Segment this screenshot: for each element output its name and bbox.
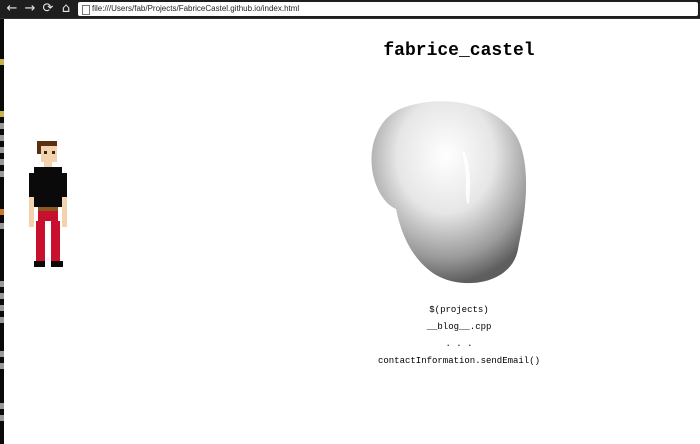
3d-blob-image (371, 101, 527, 284)
page-title: fabrice_castel (383, 41, 535, 61)
home-icon[interactable]: ⌂ (58, 1, 74, 17)
reload-icon[interactable]: ⟳ (40, 1, 56, 17)
web-page: fabrice_castel $(projects) __blog__.cpp … (4, 19, 700, 444)
file-icon (82, 5, 90, 15)
blog-link[interactable]: __blog__.cpp (354, 319, 564, 336)
forward-arrow-icon[interactable]: → (22, 1, 38, 17)
back-arrow-icon[interactable]: ← (4, 1, 20, 17)
url-text[interactable]: file:///Users/fab/Projects/FabriceCastel… (92, 2, 299, 16)
more-link[interactable]: . . . (354, 336, 564, 353)
projects-link[interactable]: $(projects) (354, 302, 564, 319)
pixel-avatar-image (29, 141, 67, 267)
browser-toolbar: ← → ⟳ ⌂ file:///Users/fab/Projects/Fabri… (0, 0, 700, 19)
address-bar[interactable]: file:///Users/fab/Projects/FabriceCastel… (78, 2, 698, 16)
send-email-link[interactable]: contactInformation.sendEmail() (354, 353, 564, 370)
site-menu: $(projects) __blog__.cpp . . . contactIn… (354, 302, 564, 370)
